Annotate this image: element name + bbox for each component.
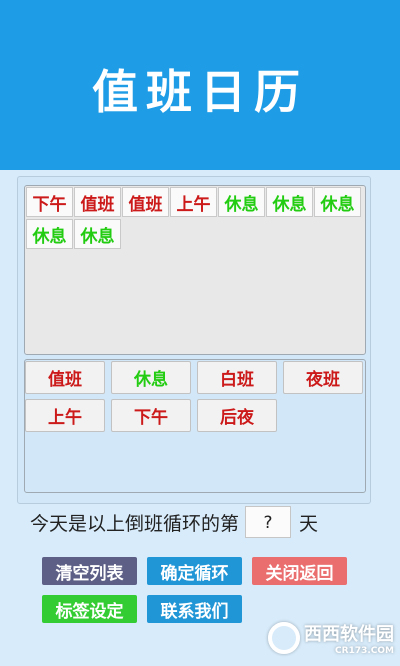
palette-button-rest[interactable]: 休息 (111, 361, 191, 394)
shift-sequence-list: 下午 值班 值班 上午 休息 休息 休息 休息 休息 (24, 185, 366, 355)
cycle-day-input[interactable]: ? (245, 506, 292, 538)
shift-palette: 值班 休息 白班 夜班 上午 下午 后夜 (24, 359, 366, 493)
close-return-button[interactable]: 关闭返回 (252, 557, 347, 585)
palette-button-late-night[interactable]: 后夜 (197, 399, 277, 432)
clear-list-button[interactable]: 清空列表 (42, 557, 137, 585)
sequence-item-9[interactable]: 休息 (74, 219, 121, 249)
page-title: 值班日历 (92, 65, 308, 119)
cycle-prefix-label: 今天是以上倒班循环的第 (30, 512, 240, 535)
contact-us-button[interactable]: 联系我们 (147, 595, 242, 623)
sequence-item-8[interactable]: 休息 (26, 219, 73, 249)
palette-button-morning[interactable]: 上午 (25, 399, 105, 432)
palette-button-duty[interactable]: 值班 (25, 361, 105, 394)
sequence-item-5[interactable]: 休息 (218, 187, 265, 217)
palette-button-day-shift[interactable]: 白班 (197, 361, 277, 394)
palette-button-night-shift[interactable]: 夜班 (283, 361, 363, 394)
sequence-item-7[interactable]: 休息 (314, 187, 361, 217)
sequence-item-4[interactable]: 上午 (170, 187, 217, 217)
watermark-domain: CR173.COM (335, 646, 394, 656)
watermark: 西西软件园 CR173.COM (268, 618, 394, 658)
cycle-day-row: 今天是以上倒班循环的第 ? 天 (30, 505, 318, 539)
tag-settings-button[interactable]: 标签设定 (42, 595, 137, 623)
palette-button-afternoon[interactable]: 下午 (111, 399, 191, 432)
sequence-item-1[interactable]: 下午 (26, 187, 73, 217)
watermark-name: 西西软件园 (304, 624, 394, 645)
app-header: 值班日历 (0, 0, 400, 170)
confirm-cycle-button[interactable]: 确定循环 (147, 557, 242, 585)
watermark-logo-icon (268, 622, 300, 654)
cycle-suffix-label: 天 (299, 512, 319, 535)
shift-panel: 下午 值班 值班 上午 休息 休息 休息 休息 休息 值班 休息 白班 夜班 上… (17, 176, 371, 504)
sequence-item-2[interactable]: 值班 (74, 187, 121, 217)
sequence-item-6[interactable]: 休息 (266, 187, 313, 217)
sequence-item-3[interactable]: 值班 (122, 187, 169, 217)
